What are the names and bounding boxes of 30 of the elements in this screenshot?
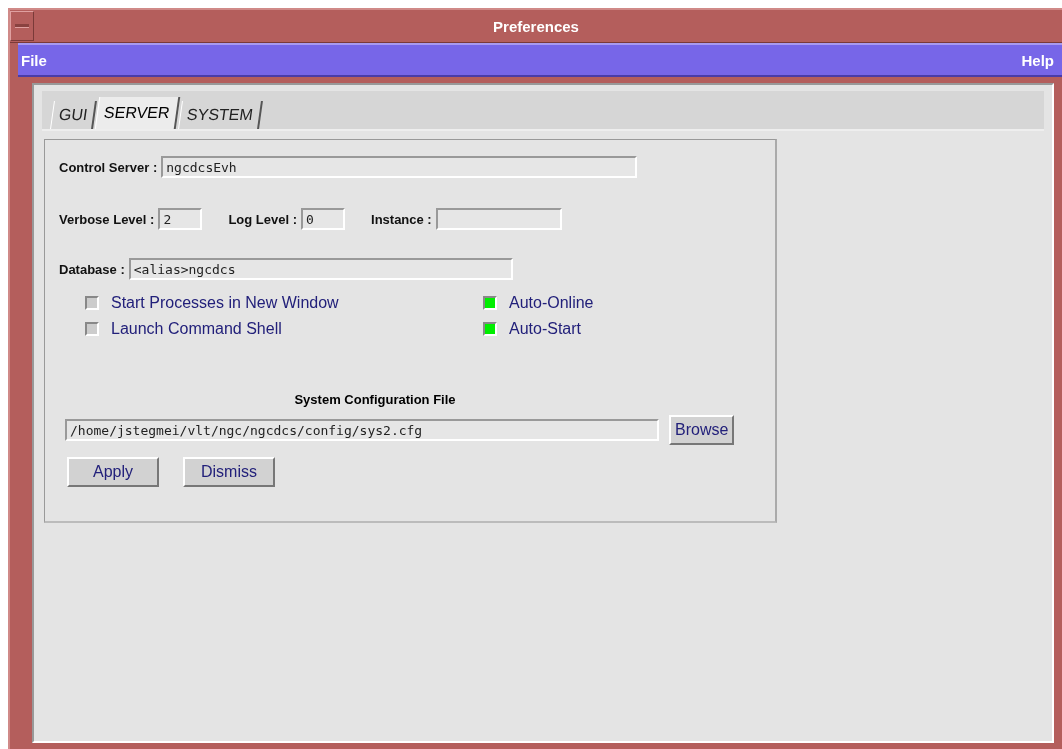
field-label: Log Level : [228,211,297,227]
checkbox[interactable] [483,296,497,310]
menu-item[interactable]: Help [1021,51,1054,69]
checkbox-label[interactable]: Launch Command Shell [111,320,282,338]
button[interactable]: Apply [67,457,159,487]
input-field[interactable]: <alias>ngcdcs [128,258,513,280]
menu-item[interactable]: File [21,51,47,69]
input-field[interactable]: ngcdcsEvh [161,156,638,178]
window-title: Preferences [492,17,580,35]
checkbox[interactable] [85,322,99,336]
input-field[interactable]: 2 [158,208,203,230]
input-field[interactable]: 0 [301,208,345,230]
tab[interactable]: SYSTEM [178,101,263,129]
button[interactable]: Dismiss [183,457,275,487]
section-heading: System Configuration File [293,392,457,407]
field-label: Database : [59,261,125,277]
tab[interactable]: GUI [50,101,98,129]
window-menu-button[interactable] [10,11,34,41]
checkbox[interactable] [85,296,99,310]
checkbox-label[interactable]: Auto-Online [509,294,594,312]
field-label: Verbose Level : [59,211,155,227]
checkbox[interactable] [483,322,497,336]
checkbox-label[interactable]: Auto-Start [509,320,582,338]
input-field[interactable] [435,208,562,230]
input-field[interactable]: /home/jstegmei/vlt/ngc/ngcdcs/config/sys2.cfg [65,419,659,441]
checkbox-label[interactable]: Start Processes in New Window [111,294,339,312]
browse-button[interactable]: Browse [669,415,735,445]
field-label: Control Server : [59,159,158,175]
tab[interactable]: SERVER [95,97,181,129]
field-label: Instance : [371,211,432,227]
